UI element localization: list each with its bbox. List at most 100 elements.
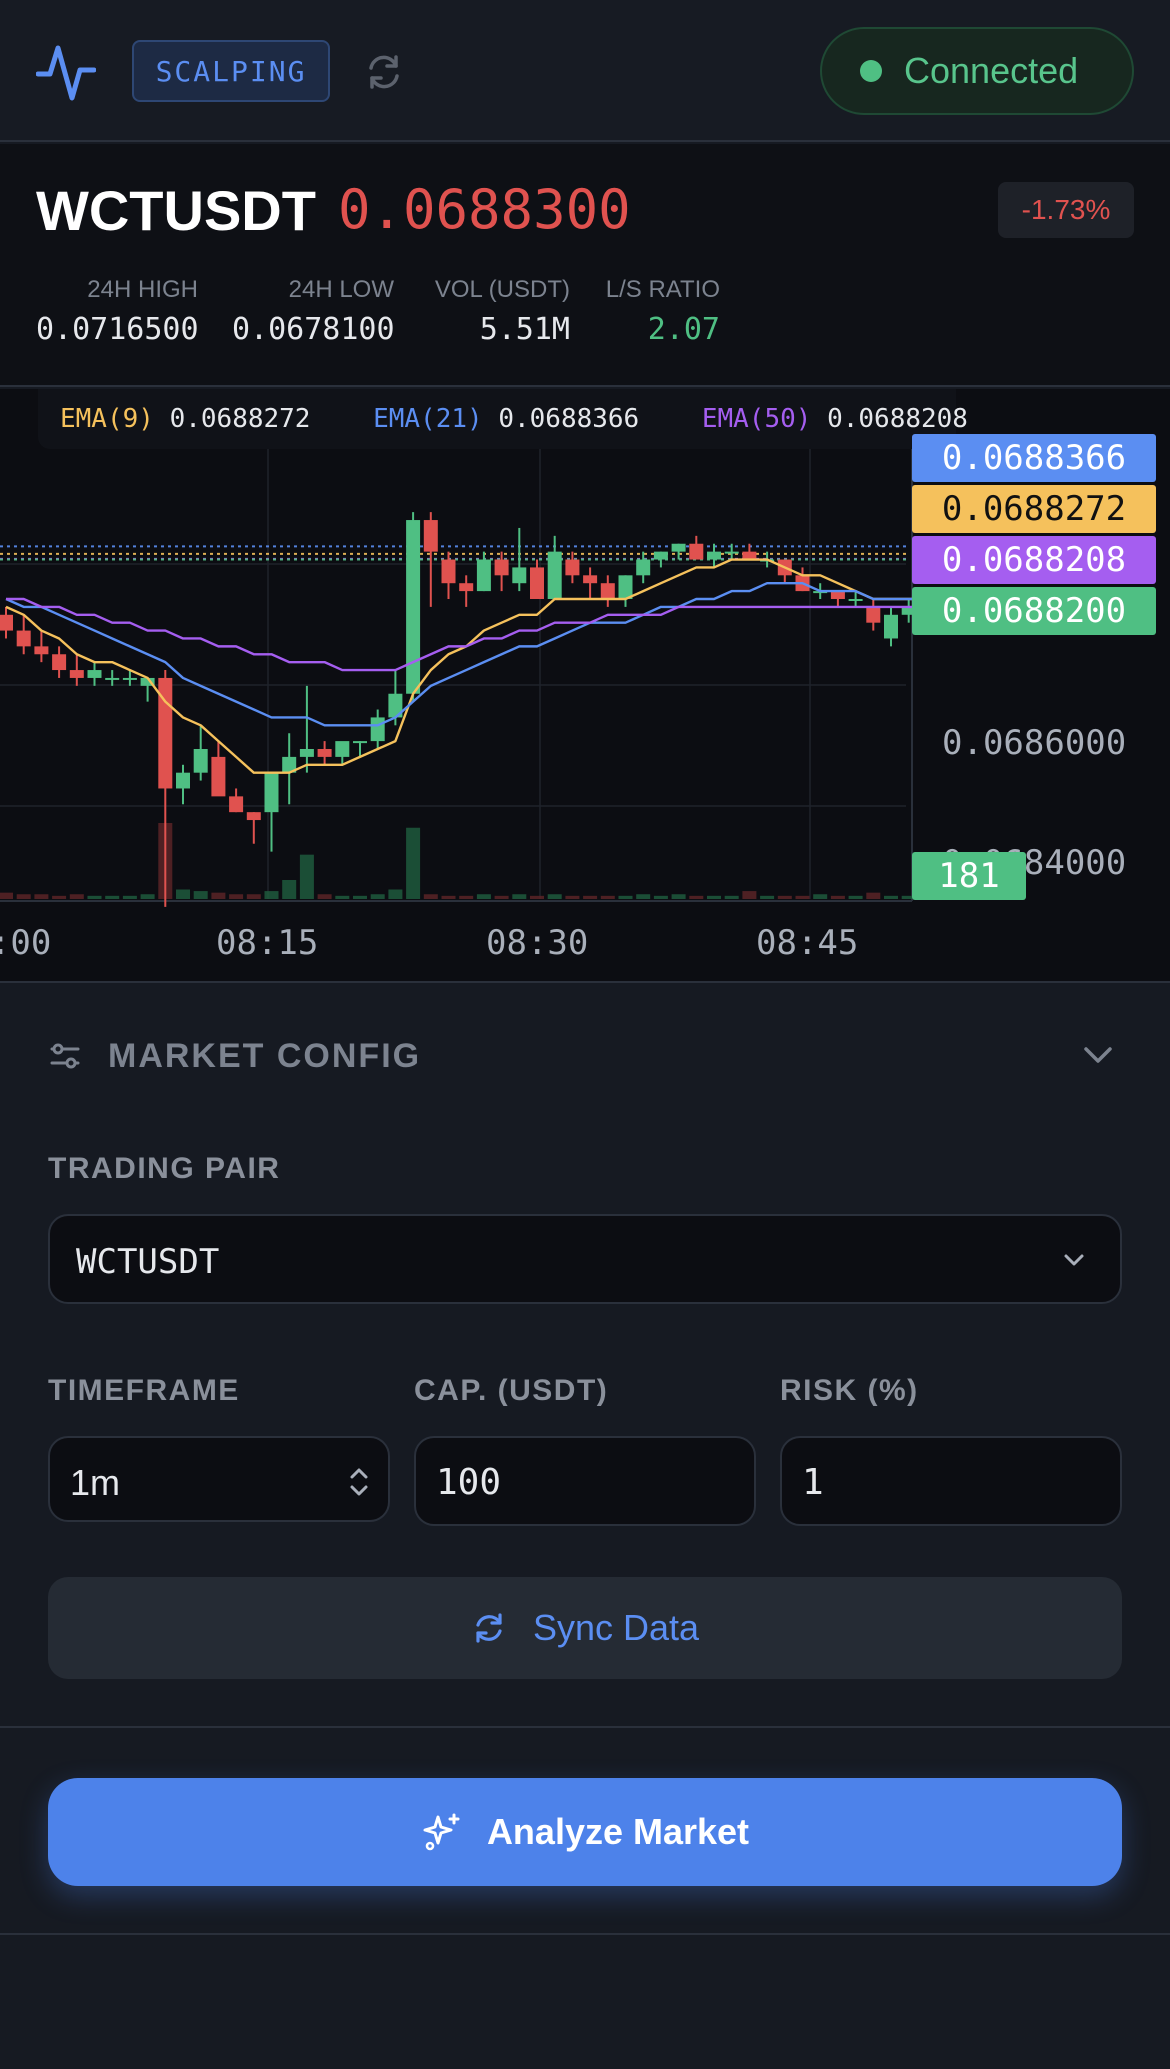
trading-pair-select[interactable]: WCTUSDT (48, 1214, 1122, 1304)
volume-bar (353, 895, 367, 899)
volume-bar (87, 895, 102, 899)
candle-body (707, 551, 721, 560)
volume-bar (813, 894, 828, 899)
volume-bar (636, 894, 651, 899)
volume-bar (689, 895, 704, 899)
candle-body (16, 630, 31, 647)
candle-body (370, 717, 385, 742)
candle-body (459, 583, 474, 592)
candle-body (565, 559, 580, 576)
volume-bar (459, 895, 474, 899)
candle-body (600, 583, 615, 599)
volume-bar (406, 827, 421, 899)
stat-label: 24H LOW (288, 276, 394, 303)
candle-body (636, 559, 651, 576)
volume-bar (69, 894, 84, 899)
stat-value: 0.0716500 (36, 312, 199, 347)
volume-bar (193, 891, 208, 899)
ticker-symbol: WCTUSDT (36, 179, 316, 242)
capital-input[interactable]: 100 (414, 1436, 756, 1526)
candle-body (671, 543, 686, 552)
volume-bar (707, 895, 721, 899)
market-config-title: MARKET CONFIG (108, 1037, 422, 1075)
volume-bar (671, 894, 686, 899)
stat-label: L/S RATIO (605, 276, 720, 303)
x-axis-label: 08:30 (486, 923, 589, 963)
candle-body (264, 772, 279, 813)
connection-status-label: Connected (904, 50, 1079, 91)
volume-bar (724, 895, 739, 899)
candle-body (122, 677, 137, 680)
candle-body (229, 796, 244, 813)
analyze-market-label: Analyze Market (486, 1811, 750, 1852)
sync-data-label: Sync Data (532, 1607, 700, 1648)
candle-body (689, 543, 704, 560)
ema21-value: 0.0688366 (498, 404, 640, 434)
candle-body (547, 551, 562, 599)
sliders-icon (50, 1043, 80, 1069)
app-header: SCALPING Connected (0, 0, 1170, 142)
capital-value: 100 (436, 1462, 502, 1503)
capital-label: CAP. (USDT) (414, 1374, 609, 1407)
volume-bar (282, 880, 297, 899)
ema50-label: EMA(50) (701, 404, 812, 434)
section-divider (0, 1726, 1170, 1728)
candle-body (653, 551, 668, 560)
chevron-down-icon (1064, 1254, 1084, 1266)
volume-bar (795, 895, 810, 899)
ema9-label: EMA(9) (60, 404, 154, 434)
risk-value: 1 (802, 1462, 824, 1503)
price-chart[interactable]: EMA(9) 0.0688272 EMA(21) 0.0688366 EMA(5… (0, 389, 1170, 983)
stat-volume: VOL (USDT) 5.51M (420, 276, 570, 347)
candle-body (211, 756, 226, 797)
candle-body (335, 741, 350, 757)
sync-data-button[interactable]: Sync Data (48, 1577, 1122, 1679)
volume-bar (211, 892, 226, 899)
volume-bar (0, 892, 13, 899)
mode-badge[interactable]: SCALPING (132, 40, 330, 102)
market-config-header[interactable]: MARKET CONFIG (0, 985, 1170, 1127)
price-change-badge: -1.73% (998, 182, 1134, 238)
candle-body (299, 749, 314, 757)
last-price-tag: 0.0688200 (912, 587, 1156, 635)
activity-pulse-icon[interactable] (36, 40, 96, 104)
ema-line (6, 597, 927, 672)
volume-bar (264, 891, 279, 899)
volume-bar (105, 895, 120, 899)
trading-pair-label: TRADING PAIR (48, 1152, 281, 1185)
volume-bar (583, 895, 598, 899)
candle-body (423, 520, 438, 552)
ema50-price-tag: 0.0688208 (912, 536, 1156, 584)
candle-body (884, 614, 898, 639)
y-axis-label: 0.0686000 (942, 723, 1127, 763)
candle-body (512, 567, 527, 584)
candle-body (193, 749, 208, 773)
candle-body (494, 559, 509, 576)
ema50-value: 0.0688208 (827, 404, 968, 434)
candle-body (618, 575, 633, 599)
ticker-price: 0.0688300 (338, 178, 631, 241)
volume-bar (52, 895, 67, 899)
stat-24h-high: 24H HIGH 0.0716500 (36, 276, 199, 347)
volume-bar (299, 854, 314, 899)
timeframe-select[interactable]: 1m (48, 1436, 390, 1522)
stat-ls-ratio: L/S RATIO 2.07 (596, 276, 720, 347)
volume-bar (830, 895, 845, 899)
analyze-market-button[interactable]: Analyze Market (48, 1778, 1122, 1886)
refresh-icon[interactable] (362, 50, 406, 94)
volume-bar (777, 895, 792, 899)
volume-bar (760, 895, 775, 899)
risk-input[interactable]: 1 (780, 1436, 1122, 1526)
up-down-chevron-icon (350, 1468, 368, 1496)
stat-24h-low: 24H LOW 0.0678100 (232, 276, 395, 347)
volume-bar (884, 895, 898, 899)
ema9-value: 0.0688272 (169, 404, 311, 434)
volume-bar (34, 894, 49, 899)
volume-bar (653, 895, 668, 899)
stat-value: 0.0678100 (232, 312, 395, 347)
candle-body (583, 575, 598, 584)
connection-status-badge: Connected (820, 27, 1134, 115)
x-axis-label: 08:00 (0, 923, 52, 963)
timeframe-label: TIMEFRAME (48, 1374, 240, 1407)
chevron-down-icon[interactable] (1080, 1037, 1116, 1073)
